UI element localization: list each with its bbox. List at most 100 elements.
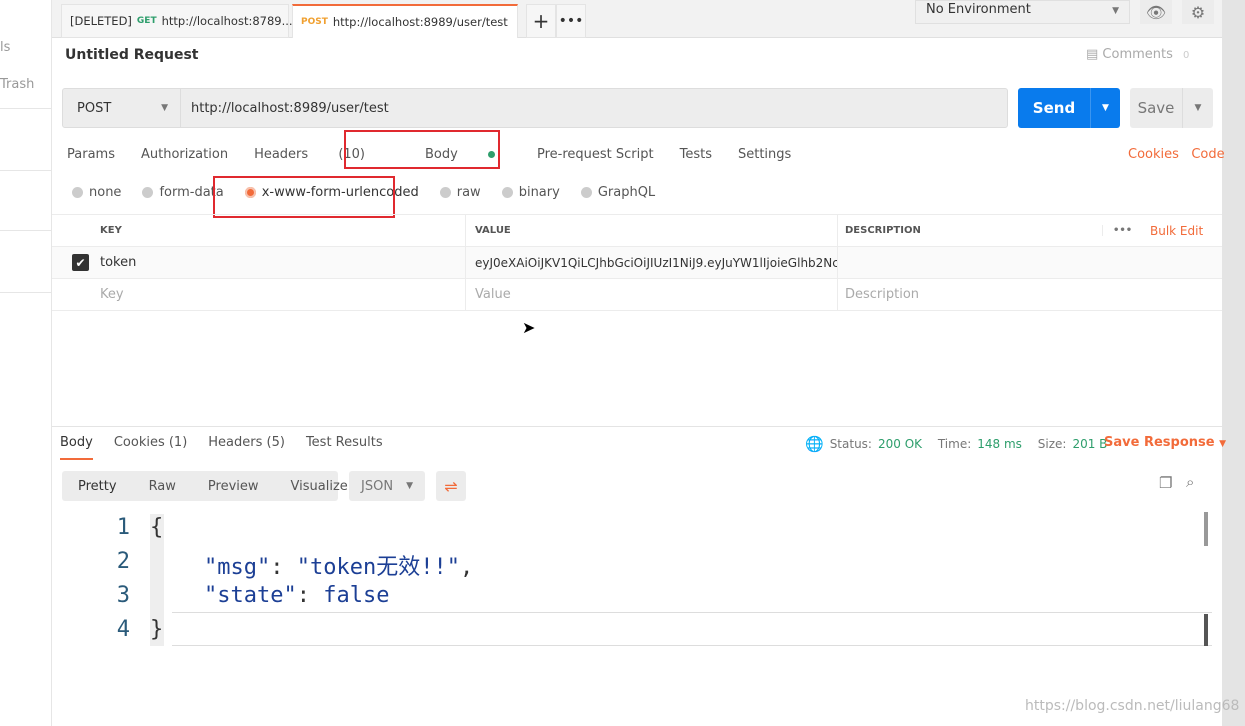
format-select[interactable]: JSON ▼ [349, 471, 425, 501]
header-value: VALUE [466, 215, 838, 246]
tab-test-results[interactable]: Test Results [306, 435, 383, 460]
search-icon[interactable]: ⌕ [1186, 473, 1194, 491]
globe-icon[interactable]: 🌐 [805, 435, 824, 453]
save-response-button[interactable]: Save Response ▼ [1104, 435, 1226, 450]
header-description: DESCRIPTION ••• Bulk Edit [838, 215, 1222, 246]
value-input[interactable]: Value [466, 279, 838, 310]
method-select[interactable]: POST ▼ [63, 89, 181, 127]
code-link[interactable]: Code [1191, 147, 1224, 162]
url-bar: POST ▼ http://localhost:8989/user/test [62, 88, 1008, 128]
code-brace: } [150, 617, 164, 642]
table-row-empty: Key Value Description [52, 279, 1222, 311]
line-number: 3 [116, 583, 130, 608]
tab-method: GET [136, 16, 157, 26]
status-value: 200 OK [877, 437, 923, 451]
line-number: 4 [116, 617, 130, 642]
new-tab-plus-icon[interactable]: + [526, 4, 556, 38]
chevron-down-icon: ▼ [161, 103, 168, 113]
description-cell[interactable] [838, 247, 1222, 278]
radio-label: GraphQL [597, 185, 656, 200]
more-options-icon[interactable]: ••• [1102, 225, 1132, 236]
chevron-down-icon: ▼ [406, 481, 413, 491]
tab-prefix: [DELETED] [70, 14, 132, 28]
scrollbar[interactable] [1204, 512, 1208, 546]
tab-url: http://localhost:8989/user/test [332, 15, 508, 29]
json-key: "state" [204, 583, 297, 608]
chevron-down-icon: ▼ [1112, 6, 1119, 16]
key-input[interactable]: Key [52, 279, 466, 310]
radio-binary[interactable]: binary [501, 185, 560, 200]
time-label: Time: [937, 437, 972, 451]
radio-label: none [89, 185, 122, 200]
sidebar-item[interactable]: ls [0, 40, 10, 55]
tab-tests[interactable]: Tests [680, 147, 712, 162]
table-row: ✔ token eyJ0eXAiOiJKV1QiLCJhbGciOiJIUzI1… [52, 247, 1222, 279]
save-options-chevron-icon[interactable]: ▼ [1182, 88, 1213, 128]
highlight-box [344, 130, 500, 169]
radio-graphql[interactable]: GraphQL [580, 185, 656, 200]
comments-count: 0 [1183, 50, 1190, 61]
send-options-chevron-icon[interactable]: ▼ [1090, 88, 1120, 128]
format-label: JSON [361, 478, 394, 494]
active-line-highlight [172, 612, 1212, 646]
time-value: 148 ms [977, 437, 1022, 451]
tab-method: POST [301, 17, 328, 27]
tab-authorization[interactable]: Authorization [141, 147, 228, 162]
comments-label: Comments [1102, 47, 1173, 62]
cookies-link[interactable]: Cookies [1128, 147, 1179, 162]
chevron-down-icon: ▼ [1219, 439, 1227, 449]
value-cell[interactable]: eyJ0eXAiOiJKV1QiLCJhbGciOiJIUzI1NiJ9.eyJ… [466, 247, 838, 278]
tab-response-cookies[interactable]: Cookies (1) [114, 435, 187, 460]
request-tab-active[interactable]: POST http://localhost:8989/user/test [292, 4, 518, 38]
copy-icon[interactable]: ❐ [1159, 474, 1172, 492]
tab-response-body[interactable]: Body [60, 435, 93, 460]
code-brace: { [150, 515, 164, 540]
tab-pre-request-script[interactable]: Pre-request Script [537, 147, 654, 162]
row-checkbox[interactable]: ✔ [72, 254, 89, 271]
radio-raw[interactable]: raw [439, 185, 481, 200]
radio-none[interactable]: none [72, 185, 121, 200]
view-preview[interactable]: Preview [192, 479, 275, 494]
tab-settings[interactable]: Settings [738, 147, 791, 162]
view-raw[interactable]: Raw [133, 479, 192, 494]
tab-params[interactable]: Params [67, 147, 115, 162]
table-header: KEY VALUE DESCRIPTION ••• Bulk Edit [52, 215, 1222, 247]
header-description-label: DESCRIPTION [845, 225, 921, 236]
send-button[interactable]: Send ▼ [1018, 88, 1120, 128]
mouse-cursor-icon: ➤ [522, 318, 536, 337]
line-number: 2 [116, 549, 130, 574]
more-tabs-icon[interactable]: ••• [556, 4, 586, 38]
description-input[interactable]: Description [838, 279, 1222, 310]
gear-icon[interactable]: ⚙ [1182, 0, 1214, 24]
json-string: "token无效!!" [296, 555, 460, 580]
line-number: 1 [116, 515, 130, 540]
sidebar-item-trash[interactable]: Trash [0, 77, 34, 92]
save-button[interactable]: Save ▼ [1130, 88, 1213, 128]
header-key: KEY [52, 215, 466, 246]
key-cell[interactable]: token [52, 247, 466, 278]
request-title[interactable]: Untitled Request [65, 47, 199, 63]
json-boolean: false [323, 583, 390, 608]
view-pretty[interactable]: Pretty [62, 479, 133, 494]
json-key: "msg" [204, 555, 271, 580]
text-cursor [1204, 614, 1208, 646]
view-mode-bar: Pretty Raw Preview Visualize [62, 471, 348, 501]
tab-response-headers[interactable]: Headers (5) [208, 435, 285, 460]
eye-icon[interactable]: 👁 [1140, 0, 1172, 24]
bulk-edit-link[interactable]: Bulk Edit [1150, 224, 1203, 238]
url-input[interactable]: http://localhost:8989/user/test [181, 101, 389, 116]
watermark: https://blog.csdn.net/liulang68 [1025, 698, 1240, 714]
environment-select[interactable]: No Environment ▼ [915, 0, 1130, 24]
response-tabs: Body Cookies (1) Headers (5) Test Result… [60, 435, 404, 460]
radio-form-data[interactable]: form-data [142, 185, 224, 200]
size-label: Size: [1037, 437, 1067, 451]
highlight-box [213, 176, 395, 218]
save-label: Save [1137, 99, 1175, 117]
wrap-lines-icon[interactable]: ⇌ [436, 471, 466, 501]
comments-button[interactable]: ▤ Comments 0 [1086, 47, 1189, 62]
pane-divider[interactable] [52, 426, 1222, 427]
send-label: Send [1032, 99, 1076, 117]
request-tab-deleted[interactable]: [DELETED] GET http://localhost:8789... [61, 4, 293, 38]
params-table: KEY VALUE DESCRIPTION ••• Bulk Edit ✔ to… [52, 214, 1222, 311]
radio-label: binary [518, 185, 560, 200]
